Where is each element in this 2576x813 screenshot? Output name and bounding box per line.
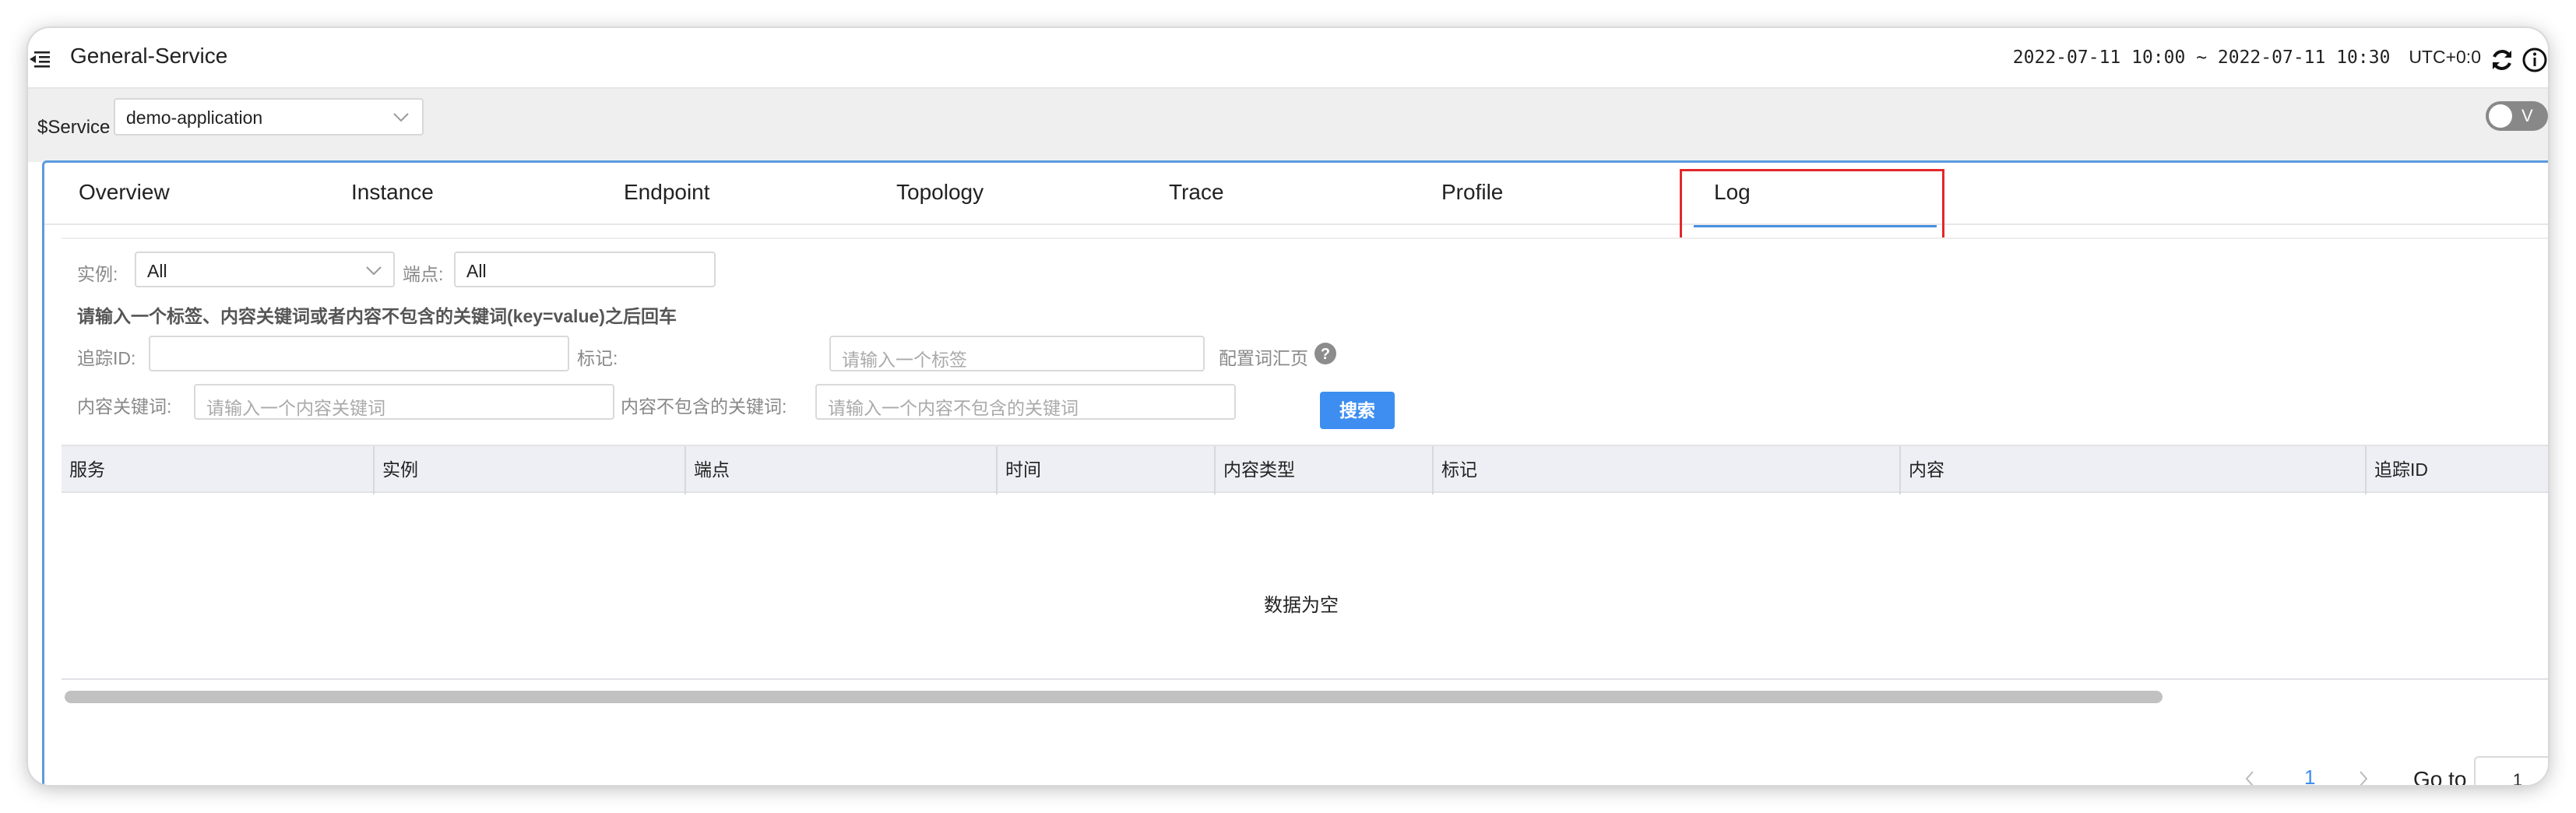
- chevron-down-icon: [366, 266, 382, 276]
- tab-bar: Overview Instance Endpoint Topology Trac…: [44, 163, 2548, 227]
- column-header: 实例: [373, 446, 418, 494]
- service-select-value: demo-application: [126, 107, 263, 128]
- column-header: 标记: [1432, 446, 1477, 494]
- config-vocab-link[interactable]: 配置词汇页: [1219, 343, 1308, 370]
- chevron-down-icon: [393, 113, 409, 122]
- endpoint-select[interactable]: All: [454, 252, 716, 287]
- column-header: 端点: [684, 446, 730, 494]
- exclude-keywords-placeholder: 请输入一个内容不包含的关键词: [828, 398, 1079, 418]
- log-table-header: 服务 实例 端点 时间 内容类型 标记 内容 追踪ID: [62, 445, 2548, 494]
- tab-profile[interactable]: Profile: [1441, 180, 1503, 205]
- horizontal-scrollbar[interactable]: [65, 691, 2163, 703]
- column-header: 追踪ID: [2365, 446, 2428, 494]
- tab-trace[interactable]: Trace: [1169, 180, 1224, 205]
- chevron-right-icon[interactable]: [2356, 769, 2371, 785]
- toggle-knob: [2489, 104, 2512, 128]
- filter-hint: 请输入一个标签、内容关键词或者内容不包含的关键词(key=value)之后回车: [77, 306, 677, 326]
- tab-endpoint[interactable]: Endpoint: [624, 180, 710, 205]
- endpoint-select-value: All: [466, 261, 487, 281]
- log-table-body: 数据为空: [62, 504, 2548, 680]
- info-icon[interactable]: [2521, 47, 2548, 73]
- empty-state-text: 数据为空: [1264, 595, 1339, 616]
- keywords-input[interactable]: 请输入一个内容关键词: [194, 384, 614, 420]
- page-number[interactable]: 1: [2304, 765, 2315, 785]
- timezone-text: UTC+0:0: [2409, 47, 2481, 67]
- service-bar: $Service demo-application V: [28, 89, 2548, 162]
- menu-collapse-icon[interactable]: [28, 50, 51, 69]
- tab-topology[interactable]: Topology: [896, 180, 984, 205]
- highlight-box: [1680, 169, 1944, 241]
- log-content: 实例: All 端点: All 请输入一个标签、内容关键词或者内容不包含的关键词…: [62, 238, 2548, 785]
- app-window: General-Service 2022-07-11 10:00 ~ 2022-…: [28, 28, 2548, 785]
- tags-placeholder: 请输入一个标签: [842, 350, 967, 370]
- endpoint-label: 端点:: [403, 264, 444, 284]
- keywords-placeholder: 请输入一个内容关键词: [206, 398, 385, 418]
- tab-instance[interactable]: Instance: [351, 180, 434, 205]
- service-select[interactable]: demo-application: [114, 98, 424, 136]
- keywords-label: 内容关键词:: [77, 396, 172, 417]
- trace-id-input[interactable]: [149, 336, 569, 371]
- exclude-keywords-input[interactable]: 请输入一个内容不包含的关键词: [815, 384, 1236, 420]
- tab-overview[interactable]: Overview: [79, 180, 170, 205]
- app-title: General-Service: [70, 44, 228, 68]
- time-range-display[interactable]: 2022-07-11 10:00 ~ 2022-07-11 10:30 UTC+…: [2013, 47, 2481, 68]
- tags-label: 标记:: [577, 348, 618, 368]
- top-header: General-Service 2022-07-11 10:00 ~ 2022-…: [28, 28, 2548, 89]
- time-range-text: 2022-07-11 10:00 ~ 2022-07-11 10:30: [2012, 48, 2391, 68]
- service-label: $Service: [37, 117, 111, 138]
- chevron-left-icon[interactable]: [2242, 769, 2258, 785]
- toggle-label: V: [2521, 106, 2533, 125]
- column-header: 时间: [996, 446, 1041, 494]
- search-button[interactable]: 搜索: [1320, 392, 1395, 429]
- tags-input[interactable]: 请输入一个标签: [829, 336, 1205, 371]
- column-header: 内容: [1899, 446, 1944, 494]
- column-header: 内容类型: [1214, 446, 1295, 494]
- instance-select-value: All: [147, 261, 167, 281]
- exclude-keywords-label: 内容不包含的关键词:: [621, 396, 787, 417]
- column-header: 服务: [69, 459, 105, 480]
- goto-label: Go to: [2413, 767, 2467, 785]
- view-toggle[interactable]: V: [2486, 101, 2548, 131]
- goto-page-input[interactable]: 1: [2474, 756, 2548, 785]
- refresh-icon[interactable]: [2489, 47, 2515, 73]
- trace-id-label: 追踪ID:: [77, 348, 136, 368]
- help-icon[interactable]: ?: [1314, 342, 1337, 365]
- dashboard-panel: Overview Instance Endpoint Topology Trac…: [42, 160, 2548, 785]
- instance-label: 实例:: [77, 264, 118, 284]
- svg-text:?: ?: [1321, 346, 1330, 363]
- instance-select[interactable]: All: [135, 252, 395, 287]
